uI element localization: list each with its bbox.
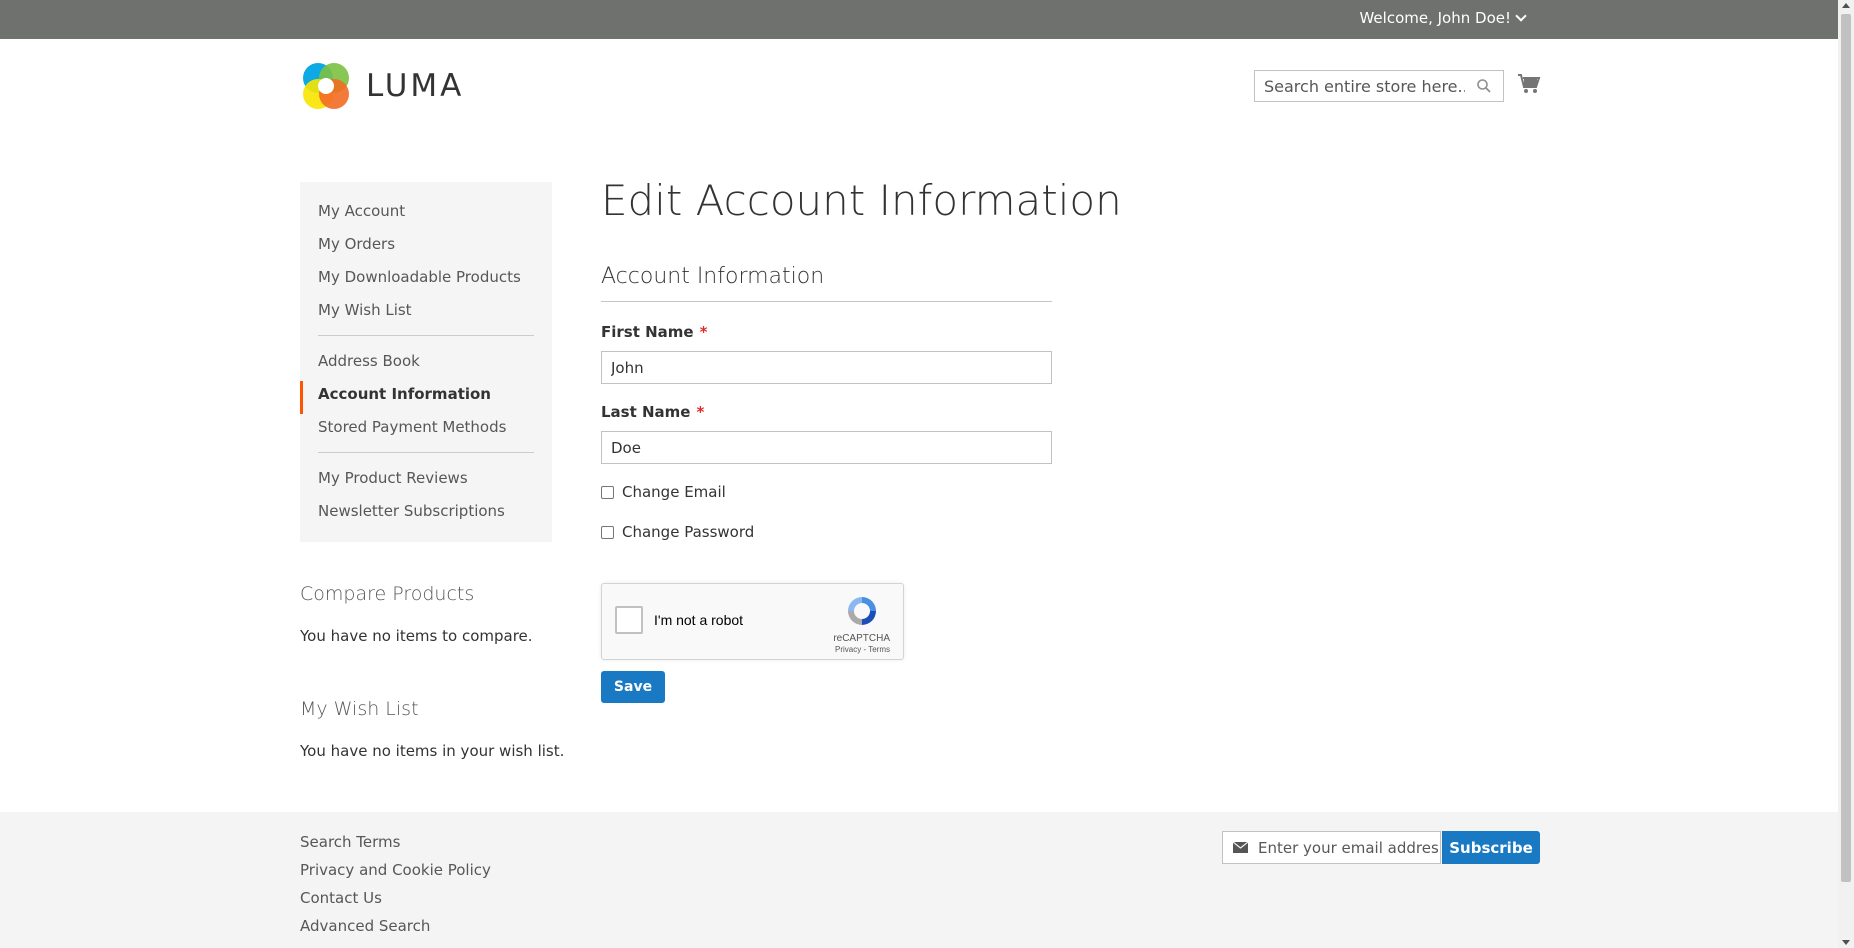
recaptcha-label: I'm not a robot <box>654 612 744 628</box>
first-name-label-text: First Name <box>601 323 694 341</box>
scroll-up-arrow-icon[interactable] <box>1842 3 1850 8</box>
account-nav: My Account My Orders My Downloadable Pro… <box>300 182 552 542</box>
chevron-down-icon <box>1515 9 1527 22</box>
sidebar-item-account-information[interactable]: Account Information <box>318 385 491 403</box>
change-email-label[interactable]: Change Email <box>622 483 726 501</box>
search-input[interactable] <box>1255 71 1465 101</box>
change-email-row[interactable]: Change Email <box>601 483 726 501</box>
search-icon[interactable] <box>1477 79 1491 93</box>
save-button[interactable]: Save <box>601 671 665 703</box>
sidebar-item-product-reviews[interactable]: My Product Reviews <box>318 469 468 487</box>
recaptcha-checkbox[interactable] <box>615 606 643 634</box>
scroll-down-arrow-icon[interactable] <box>1842 940 1850 945</box>
footer-link-privacy-policy[interactable]: Privacy and Cookie Policy <box>300 861 491 879</box>
sidebar-item-downloadable-products[interactable]: My Downloadable Products <box>318 268 521 286</box>
compare-empty-text: You have no items to compare. <box>300 627 533 645</box>
change-email-checkbox[interactable] <box>601 485 614 499</box>
logo-text: LUMA <box>366 68 465 104</box>
required-marker: * <box>696 403 705 421</box>
page-title: Edit Account Information <box>601 176 1122 225</box>
footer-link-search-terms[interactable]: Search Terms <box>300 833 400 851</box>
welcome-text: Welcome, John Doe! <box>1359 9 1511 27</box>
recaptcha-links[interactable]: Privacy - Terms <box>835 645 890 654</box>
newsletter-email-input[interactable] <box>1258 832 1438 863</box>
change-password-checkbox[interactable] <box>601 525 614 539</box>
sidebar-item-newsletter-subscriptions[interactable]: Newsletter Subscriptions <box>318 502 505 520</box>
recaptcha-brand: reCAPTCHA <box>833 633 890 644</box>
page-scrollbar[interactable] <box>1838 0 1854 948</box>
sidebar-item-my-orders[interactable]: My Orders <box>318 235 395 253</box>
compare-title: Compare Products <box>300 583 475 605</box>
footer <box>0 812 1838 948</box>
scroll-thumb[interactable] <box>1841 14 1851 882</box>
first-name-field[interactable] <box>601 351 1052 384</box>
search-box <box>1254 70 1504 102</box>
newsletter-box <box>1222 831 1441 864</box>
recaptcha-logo-icon <box>848 597 876 625</box>
last-name-label-text: Last Name <box>601 403 691 421</box>
change-password-row[interactable]: Change Password <box>601 523 754 541</box>
legend-divider <box>601 301 1052 302</box>
sidebar-item-wish-list[interactable]: My Wish List <box>318 301 412 319</box>
last-name-label: Last Name * <box>601 403 704 421</box>
recaptcha-widget: I'm not a robot reCAPTCHA Privacy - Term… <box>601 583 904 660</box>
last-name-field[interactable] <box>601 431 1052 464</box>
logo[interactable]: LUMA <box>300 60 464 112</box>
nav-divider <box>318 452 534 453</box>
active-indicator <box>300 381 303 414</box>
top-bar: Welcome, John Doe! <box>0 0 1838 39</box>
subscribe-button[interactable]: Subscribe <box>1442 831 1540 864</box>
envelope-icon <box>1233 842 1248 853</box>
wishlist-empty-text: You have no items in your wish list. <box>300 742 565 760</box>
cart-icon[interactable] <box>1517 73 1541 95</box>
fieldset-legend: Account Information <box>601 264 825 289</box>
footer-link-advanced-search[interactable]: Advanced Search <box>300 917 430 935</box>
change-password-label[interactable]: Change Password <box>622 523 754 541</box>
sidebar-item-my-account[interactable]: My Account <box>318 202 405 220</box>
first-name-label: First Name * <box>601 323 707 341</box>
sidebar-item-address-book[interactable]: Address Book <box>318 352 420 370</box>
luma-logo-icon <box>303 63 349 109</box>
sidebar-item-stored-payment-methods[interactable]: Stored Payment Methods <box>318 418 506 436</box>
welcome-menu[interactable]: Welcome, John Doe! <box>1359 9 1527 27</box>
wishlist-title: My Wish List <box>300 698 419 720</box>
nav-divider <box>318 335 534 336</box>
required-marker: * <box>699 323 708 341</box>
footer-link-contact-us[interactable]: Contact Us <box>300 889 382 907</box>
